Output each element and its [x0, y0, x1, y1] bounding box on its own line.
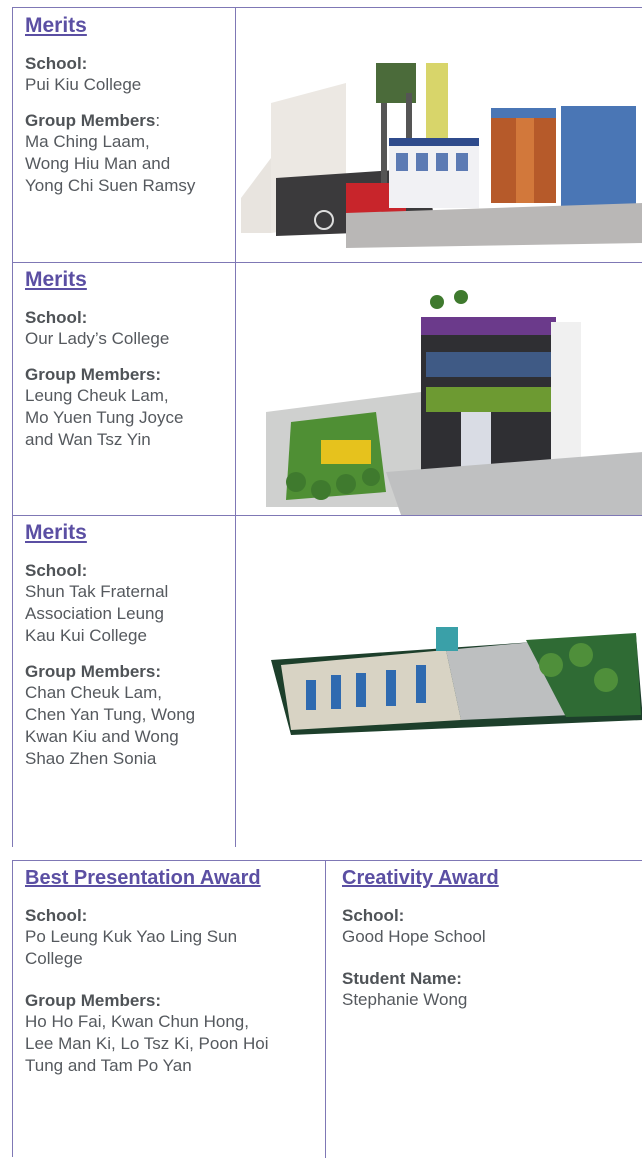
school-label: School: [25, 54, 88, 73]
entry-text-cell: Merits School: Pui Kiu College Group Mem… [13, 8, 235, 262]
merits-table: Merits School: Pui Kiu College Group Mem… [12, 7, 642, 847]
member-line: Shao Zhen Sonia [25, 749, 157, 768]
member-line: Chan Cheuk Lam, [25, 683, 163, 702]
member-line: Leung Cheuk Lam, [25, 386, 169, 405]
member-line: Lee Man Ki, Lo Tsz Ki, Poon Hoi [25, 1034, 269, 1053]
school-line: College [25, 949, 83, 968]
city-model-photo [236, 8, 642, 262]
table-row: Merits School: Pui Kiu College Group Mem… [13, 8, 642, 263]
school-line: Po Leung Kuk Yao Ling Sun [25, 927, 238, 946]
award-title[interactable]: Merits [25, 520, 87, 546]
school-line: Shun Tak Fraternal [25, 582, 169, 601]
member-line: Tung and Tam Po Yan [25, 1056, 192, 1075]
school-name: Shun Tak Fraternal Association Leung Kau… [25, 581, 235, 647]
entry-text-cell: Merits School: Shun Tak Fraternal Associ… [13, 515, 235, 847]
school-label: School: [25, 561, 88, 580]
member-line: Chen Yan Tung, Wong [25, 705, 196, 724]
school-line: Association Leung [25, 604, 164, 623]
award-title[interactable]: Creativity Award [342, 865, 499, 891]
member-line: Wong Hiu Man and [25, 154, 171, 173]
group-members: Leung Cheuk Lam, Mo Yuen Tung Joyce and … [25, 385, 235, 451]
member-line: and Wan Tsz Yin [25, 430, 151, 449]
member-line: Mo Yuen Tung Joyce [25, 408, 184, 427]
table-row: Merits School: Our Lady’s College Group … [13, 262, 642, 516]
school-name: Our Lady’s College [25, 329, 170, 348]
group-members-label: Group Members: [25, 662, 162, 681]
school-name: Po Leung Kuk Yao Ling Sun College [25, 926, 325, 970]
group-members-label: Group Members: [25, 991, 162, 1010]
district-model-photo [236, 515, 642, 847]
group-members: Chan Cheuk Lam, Chen Yan Tung, Wong Kwan… [25, 682, 235, 770]
award-title[interactable]: Merits [25, 267, 87, 293]
student-name: Stephanie Wong [342, 990, 468, 1009]
entry-text-cell: Merits School: Our Lady’s College Group … [13, 262, 235, 515]
school-line: Kau Kui College [25, 626, 147, 645]
table-row: Merits School: Shun Tak Fraternal Associ… [13, 515, 642, 847]
group-members-label: Group Members: [25, 111, 161, 130]
school-name: Pui Kiu College [25, 75, 142, 94]
member-line: Ma Ching Laam, [25, 132, 150, 151]
creativity-award-cell: Creativity Award School: Good Hope Schoo… [326, 861, 642, 1025]
group-members: Ho Ho Fai, Kwan Chun Hong, Lee Man Ki, L… [25, 1011, 325, 1077]
school-label: School: [342, 906, 405, 925]
best-presentation-cell: Best Presentation Award School: Po Leung… [13, 861, 325, 1091]
member-line: Ho Ho Fai, Kwan Chun Hong, [25, 1012, 249, 1031]
school-label: School: [25, 308, 88, 327]
school-label: School: [25, 906, 88, 925]
member-line: Yong Chi Suen Ramsy [25, 176, 196, 195]
awards-table: Best Presentation Award School: Po Leung… [12, 860, 642, 1158]
award-title[interactable]: Merits [25, 13, 87, 39]
member-line: Kwan Kiu and Wong [25, 727, 179, 746]
group-members-label: Group Members: [25, 365, 162, 384]
group-members: Ma Ching Laam, Wong Hiu Man and Yong Chi… [25, 131, 235, 197]
student-name-label: Student Name: [342, 969, 462, 988]
building-model-photo [236, 262, 642, 515]
school-name: Good Hope School [342, 927, 486, 946]
award-title[interactable]: Best Presentation Award [25, 865, 261, 891]
